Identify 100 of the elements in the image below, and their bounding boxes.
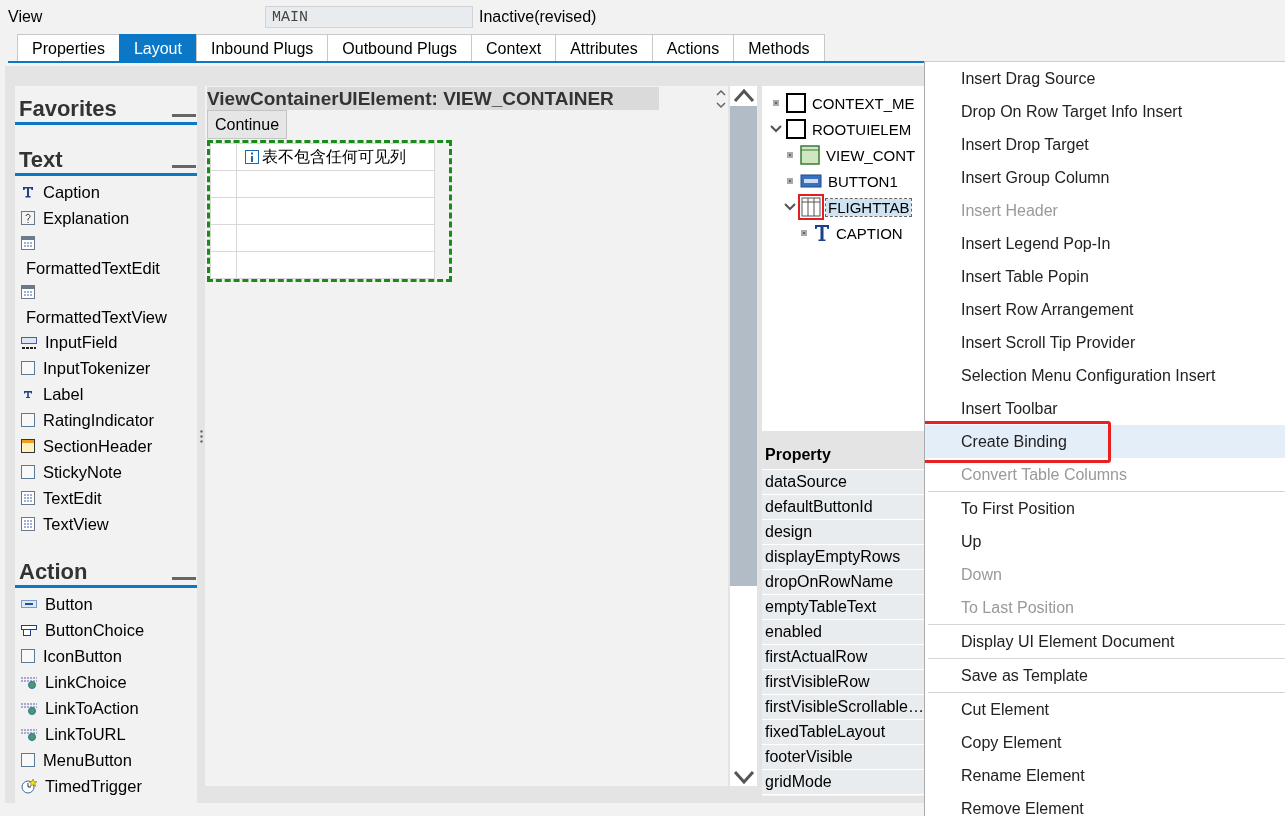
tree-item[interactable]: FLIGHTTAB bbox=[826, 198, 912, 216]
palette-item[interactable]: Explanation bbox=[43, 208, 130, 228]
palette-item[interactable]: TextView bbox=[43, 514, 109, 534]
palette-item[interactable]: FormattedTextView bbox=[21, 305, 197, 329]
property-name: displayEmptyRows bbox=[762, 544, 925, 570]
button-icon bbox=[800, 174, 822, 188]
property-name: gridMode bbox=[762, 769, 925, 795]
menu-item[interactable]: Insert Drag Source bbox=[925, 62, 1285, 95]
palette-item[interactable]: Caption bbox=[43, 182, 100, 202]
palette-item[interactable]: InputField bbox=[45, 332, 118, 352]
palette-item[interactable]: RatingIndicator bbox=[43, 410, 154, 430]
status-text: Inactive(revised) bbox=[479, 8, 597, 26]
dropdown-button-icon bbox=[21, 623, 37, 637]
link-icon bbox=[21, 675, 37, 689]
palette-item[interactable]: Label bbox=[43, 384, 84, 404]
tab[interactable]: Actions bbox=[651, 34, 735, 61]
continue-button[interactable]: Continue bbox=[207, 110, 288, 139]
menu-item[interactable]: Display UI Element Document bbox=[925, 625, 1285, 658]
tab[interactable]: Context bbox=[471, 34, 557, 61]
palette-item[interactable]: Button bbox=[45, 594, 93, 614]
square-icon bbox=[21, 753, 35, 767]
menu-item[interactable]: Cut Element bbox=[925, 693, 1285, 726]
chevron-down-icon[interactable] bbox=[770, 125, 782, 133]
palette-item[interactable]: StickyNote bbox=[43, 462, 122, 482]
menu-item[interactable]: Up bbox=[925, 525, 1285, 558]
menu-item[interactable]: Drop On Row Target Info Insert bbox=[925, 95, 1285, 128]
tree-item[interactable]: BUTTON1 bbox=[826, 172, 900, 190]
section-icon bbox=[21, 439, 35, 453]
square-icon bbox=[21, 465, 35, 479]
palette-item[interactable]: TextEdit bbox=[43, 488, 102, 508]
scroll-up-icon bbox=[732, 86, 755, 104]
menu-item[interactable]: Insert Drop Target bbox=[925, 128, 1285, 161]
menu-item[interactable]: Insert Legend Pop-In bbox=[925, 227, 1285, 260]
chevron-down-icon[interactable] bbox=[784, 203, 796, 211]
bullet-icon[interactable] bbox=[787, 152, 793, 158]
palette-item[interactable]: LinkToURL bbox=[45, 724, 126, 744]
text-grid-icon bbox=[21, 285, 35, 299]
menu-item[interactable]: Copy Element bbox=[925, 726, 1285, 759]
bullet-icon[interactable] bbox=[773, 100, 779, 106]
t-shape-icon bbox=[814, 224, 830, 242]
palette-item[interactable]: TimedTrigger bbox=[45, 776, 142, 796]
menu-item[interactable]: Save as Template bbox=[925, 659, 1285, 692]
menu-item[interactable]: To First Position bbox=[925, 492, 1285, 525]
empty-table-text: 表不包含任何可见列 bbox=[262, 146, 406, 167]
name-field[interactable]: MAIN bbox=[265, 6, 473, 28]
menu-item[interactable]: Insert Row Arrangement bbox=[925, 293, 1285, 326]
button-icon bbox=[21, 598, 37, 610]
square-icon bbox=[786, 93, 806, 113]
link-icon bbox=[21, 701, 37, 715]
tree-item[interactable]: CAPTION bbox=[834, 224, 905, 242]
t-shape-icon bbox=[21, 185, 35, 199]
splitter-handle-icon[interactable] bbox=[199, 429, 203, 443]
tree-item[interactable]: CONTEXT_ME bbox=[810, 94, 917, 112]
palette-item[interactable]: FormattedTextEdit bbox=[21, 256, 197, 280]
property-name: footerVisible bbox=[762, 744, 925, 770]
tree-item[interactable]: ROOTUIELEM bbox=[810, 120, 914, 138]
menu-item[interactable]: Insert Toolbar bbox=[925, 392, 1285, 425]
menu-item[interactable]: Remove Element bbox=[925, 792, 1285, 816]
bullet-icon[interactable] bbox=[801, 230, 807, 236]
palette-item[interactable]: LinkToAction bbox=[45, 698, 139, 718]
square-icon bbox=[21, 649, 35, 663]
menu-item[interactable]: Rename Element bbox=[925, 759, 1285, 792]
help-icon bbox=[21, 211, 35, 225]
palette-item[interactable]: SectionHeader bbox=[43, 436, 153, 456]
tab[interactable]: Methods bbox=[733, 34, 825, 61]
text-grid-icon bbox=[21, 236, 35, 250]
menu-item[interactable]: Selection Menu Configuration Insert bbox=[925, 359, 1285, 392]
palette-item[interactable]: IconButton bbox=[43, 646, 122, 666]
section-title: Action bbox=[19, 559, 88, 585]
text-grid-icon bbox=[21, 491, 35, 505]
link-icon bbox=[21, 727, 37, 741]
table-icon bbox=[800, 196, 822, 218]
tab[interactable]: Outbound Plugs bbox=[327, 34, 473, 61]
property-name: firstActualRow bbox=[762, 644, 925, 670]
container-icon bbox=[800, 145, 820, 165]
tree-item[interactable]: VIEW_CONT bbox=[824, 146, 918, 164]
square-icon bbox=[21, 413, 35, 427]
property-name: dropOnRowName bbox=[762, 569, 925, 595]
bullet-icon[interactable] bbox=[787, 178, 793, 184]
palette-item[interactable]: InputTokenizer bbox=[43, 358, 151, 378]
property-name: fixedTableLayout bbox=[762, 719, 925, 745]
section-title: Favorites bbox=[19, 96, 117, 122]
container-title: ViewContainerUIElement: VIEW_CONTAINER bbox=[207, 87, 659, 110]
field-label: View bbox=[8, 8, 44, 26]
vertical-scrollbar[interactable] bbox=[730, 86, 757, 786]
tab[interactable]: Inbound Plugs bbox=[195, 34, 329, 61]
menu-item[interactable]: Insert Table Popin bbox=[925, 260, 1285, 293]
palette-item[interactable]: MenuButton bbox=[43, 750, 132, 770]
menu-item[interactable]: Insert Scroll Tip Provider bbox=[925, 326, 1285, 359]
menu-item[interactable]: Insert Group Column bbox=[925, 161, 1285, 194]
up-down-icon[interactable] bbox=[714, 88, 727, 110]
palette-item[interactable]: ButtonChoice bbox=[45, 620, 145, 640]
palette-item[interactable]: LinkChoice bbox=[45, 672, 127, 692]
input-field-icon bbox=[21, 335, 37, 349]
tab[interactable]: Properties bbox=[17, 34, 120, 61]
tab[interactable]: Layout bbox=[118, 34, 197, 61]
property-name: design bbox=[762, 519, 925, 545]
tab[interactable]: Attributes bbox=[555, 34, 653, 61]
section-title: Text bbox=[19, 147, 63, 173]
property-name: dataSource bbox=[762, 469, 925, 495]
